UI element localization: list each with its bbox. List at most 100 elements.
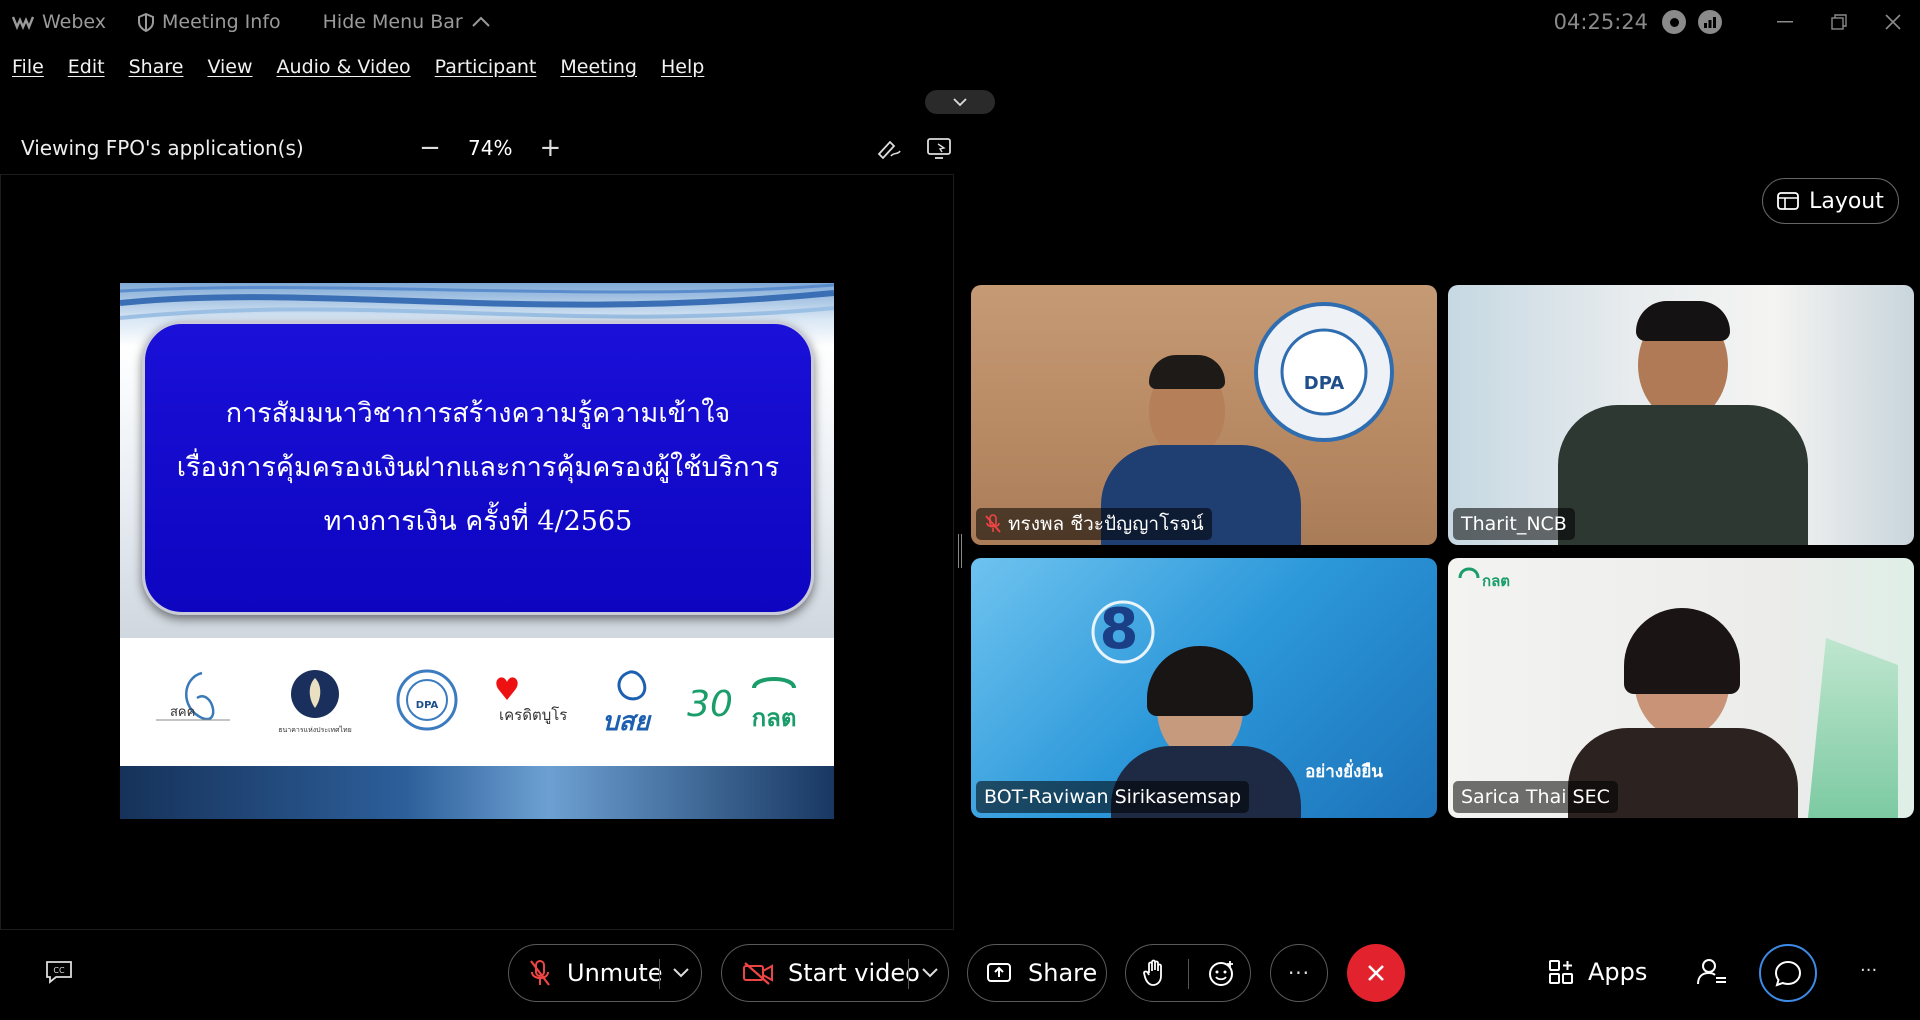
sec-logo-backdrop: กลต xyxy=(1458,567,1510,590)
more-options-button[interactable]: ··· xyxy=(1270,944,1328,1002)
logo-bot: ธนาคารแห่งประเทศไทย xyxy=(278,670,352,734)
menu-edit[interactable]: Edit xyxy=(68,56,105,78)
unmute-label: Unmute xyxy=(567,959,663,987)
captions-button[interactable]: CC xyxy=(44,960,76,984)
share-header: Viewing FPO's application(s) − 74% + xyxy=(0,128,954,168)
layout-button[interactable]: Layout xyxy=(1762,178,1899,224)
meeting-info-button[interactable]: Meeting Info xyxy=(138,11,281,33)
chat-bubble-icon xyxy=(1774,960,1802,987)
close-icon xyxy=(1368,965,1384,981)
participant-hair xyxy=(1636,301,1730,341)
hide-menu-bar-button[interactable]: Hide Menu Bar xyxy=(323,11,491,33)
sec-logo-backdrop-text: กลต xyxy=(1482,572,1510,590)
share-button[interactable]: Share xyxy=(967,944,1107,1002)
presentation-slide: การสัมมนาวิชาการสร้างความรู้ความเข้าใจ เ… xyxy=(120,283,834,819)
share-label: Share xyxy=(1028,959,1098,987)
logo-30th-text: 30 xyxy=(687,684,733,725)
menu-help[interactable]: Help xyxy=(661,56,704,78)
remote-control-icon[interactable] xyxy=(926,136,952,160)
zoom-level: 74% xyxy=(468,136,513,160)
restore-icon xyxy=(1831,14,1847,30)
video-options-chevron-icon[interactable] xyxy=(922,968,938,978)
participant-name-tag: Sarica Thai SEC xyxy=(1453,781,1618,813)
bot-80th-backdrop: 8 xyxy=(1091,597,1155,664)
webex-app[interactable]: Webex xyxy=(12,11,106,33)
logo-skk: สคค xyxy=(156,671,230,721)
leave-meeting-button[interactable] xyxy=(1347,944,1405,1002)
collapse-controls-tab[interactable] xyxy=(925,90,995,114)
logo-tcg: บสย xyxy=(602,670,653,737)
menu-participant[interactable]: Participant xyxy=(435,56,537,78)
minimize-button[interactable] xyxy=(1758,0,1812,44)
logo-30th: 30 xyxy=(687,684,733,725)
start-video-label: Start video xyxy=(788,959,920,987)
closed-captions-icon: CC xyxy=(46,961,72,984)
sec-building-backdrop xyxy=(1808,638,1898,818)
menu-view[interactable]: View xyxy=(207,56,252,78)
menu-share[interactable]: Share xyxy=(129,56,184,78)
svg-text:8: 8 xyxy=(1100,597,1139,662)
logo-ncb-text: เครดิตบูโร xyxy=(499,706,567,724)
zoom-in-button[interactable]: + xyxy=(538,133,562,163)
overflow-menu-button[interactable]: ··· xyxy=(1860,960,1877,981)
annotate-icon[interactable] xyxy=(876,136,902,160)
participants-icon xyxy=(1697,959,1726,985)
close-icon xyxy=(1885,14,1901,30)
dpa-emblem-text: DPA xyxy=(1304,373,1344,394)
participant-tile[interactable]: Tharit_NCB xyxy=(1448,285,1914,545)
webex-logo-icon xyxy=(12,16,34,30)
viewing-label: Viewing FPO's application(s) xyxy=(21,136,304,160)
panel-resize-handle[interactable] xyxy=(958,534,962,568)
menu-file[interactable]: File xyxy=(12,56,44,78)
title-bar: Webex Meeting Info Hide Menu Bar 04:25:2… xyxy=(0,0,1920,44)
participant-name: Sarica Thai SEC xyxy=(1461,786,1610,808)
close-window-button[interactable] xyxy=(1866,0,1920,44)
raise-hand-icon[interactable] xyxy=(1143,959,1167,987)
logo-skk-text: สคค xyxy=(170,705,195,720)
video-off-icon xyxy=(743,962,773,985)
participant-name: ทรงพล ชีวะปัญญาโรจน์ xyxy=(1008,513,1204,535)
participants-button[interactable] xyxy=(1697,958,1727,990)
unmute-button[interactable]: Unmute xyxy=(508,944,702,1002)
participant-name: Tharit_NCB xyxy=(1461,513,1567,535)
apps-grid-icon xyxy=(1549,960,1573,984)
slide-title-line-3: ทางการเงิน ครั้งที่ 4/2565 xyxy=(323,506,633,537)
participant-name-tag: ทรงพล ชีวะปัญญาโรจน์ xyxy=(976,508,1212,540)
apps-button[interactable]: Apps xyxy=(1548,958,1647,986)
muted-mic-icon xyxy=(985,514,1001,533)
logo-dpa: DPA xyxy=(396,669,458,731)
zoom-out-button[interactable]: − xyxy=(418,133,442,163)
participant-tile[interactable]: DPA ทรงพล ชีวะปัญญาโรจน์ xyxy=(971,285,1437,545)
reactions-group xyxy=(1125,944,1251,1002)
menu-meeting[interactable]: Meeting xyxy=(560,56,637,78)
slide-title-box: การสัมมนาวิชาการสร้างความรู้ความเข้าใจ เ… xyxy=(142,321,814,615)
more-options-icon: ··· xyxy=(1287,961,1311,985)
shield-icon xyxy=(138,12,155,32)
restore-button[interactable] xyxy=(1812,0,1866,44)
app-name: Webex xyxy=(42,11,107,33)
chat-button[interactable] xyxy=(1759,944,1817,1002)
reactions-emoji-icon[interactable] xyxy=(1208,959,1236,987)
menu-audio-video[interactable]: Audio & Video xyxy=(277,56,411,78)
chevron-up-icon xyxy=(471,16,490,27)
participant-tile[interactable]: กลต Sarica Thai SEC xyxy=(1448,558,1914,818)
meeting-info-label: Meeting Info xyxy=(162,11,281,33)
start-video-button[interactable]: Start video xyxy=(721,944,949,1002)
slide-footer-decoration xyxy=(120,766,834,819)
recording-indicator-icon[interactable] xyxy=(1662,10,1686,34)
logo-sec-text: กลต xyxy=(752,704,797,732)
meeting-clock: 04:25:24 xyxy=(1553,10,1648,34)
participant-tile[interactable]: 8 อย่างยั่งยืน BOT-Raviwan Sirikasemsap xyxy=(971,558,1437,818)
minimize-icon xyxy=(1777,21,1793,23)
participant-hair xyxy=(1624,608,1740,694)
sponsor-logos: สคค ธนาคารแห่งประเทศไทย DPA เครดิตบูโร บ… xyxy=(120,638,834,766)
network-stats-icon[interactable] xyxy=(1698,10,1722,34)
logo-tcg-text: บสย xyxy=(602,707,652,737)
menu-bar: File Edit Share View Audio & Video Parti… xyxy=(0,50,716,84)
layout-icon xyxy=(1777,192,1799,210)
audio-options-chevron-icon[interactable] xyxy=(673,968,689,978)
logo-ncb: เครดิตบูโร xyxy=(496,677,567,724)
apps-label: Apps xyxy=(1588,958,1648,986)
layout-label: Layout xyxy=(1809,188,1884,214)
share-screen-icon xyxy=(987,963,1011,982)
